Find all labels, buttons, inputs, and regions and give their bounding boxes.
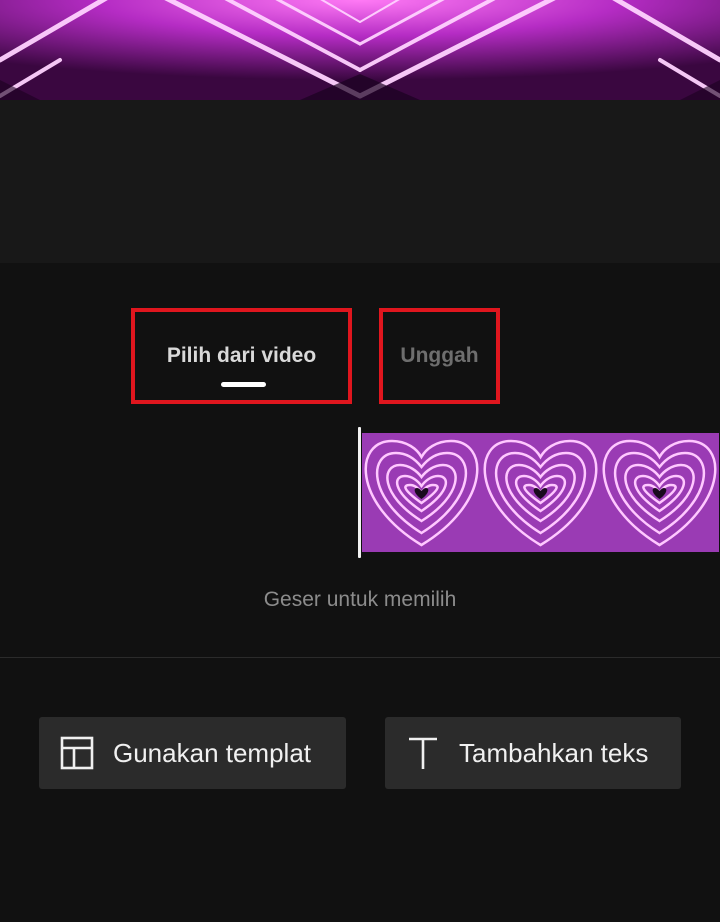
use-template-button[interactable]: Gunakan templat [39,717,346,789]
video-frame [481,433,600,552]
swipe-hint-text: Geser untuk memilih [263,588,457,611]
video-frame [362,433,481,552]
use-template-label: Gunakan templat [113,737,312,768]
section-divider [0,657,720,658]
tab-pilih-dari-video-label: Pilih dari video [166,344,317,367]
text-t-icon [406,736,440,770]
add-text-label: Tambahkan teks [459,737,649,768]
video-preview-area [0,100,720,263]
active-tab-indicator [221,382,266,387]
tab-pilih-dari-video[interactable]: Pilih dari video [131,308,352,404]
layout-template-icon [60,736,94,770]
video-preview-image [0,0,720,100]
playhead-cursor[interactable] [358,427,361,558]
add-text-button[interactable]: Tambahkan teks [385,717,681,789]
video-frame [600,433,719,552]
video-frame-strip[interactable] [362,433,720,552]
tab-unggah-label: Unggah [400,344,479,367]
tab-unggah[interactable]: Unggah [379,308,500,404]
